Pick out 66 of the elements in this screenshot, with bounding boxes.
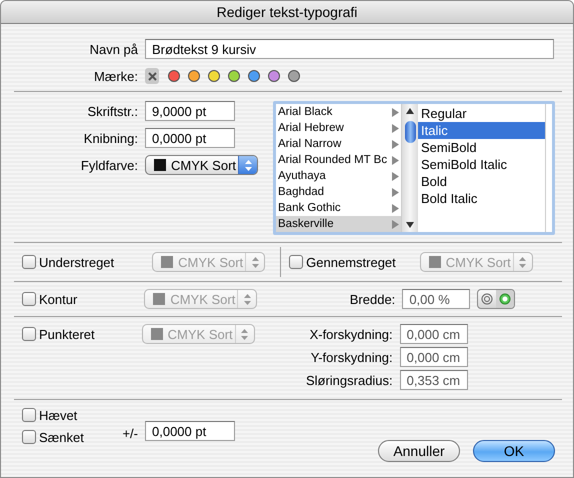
updown-arrows-icon	[241, 328, 248, 340]
color-label-dot[interactable]	[208, 70, 220, 82]
font-family-item[interactable]: Ayuthaya	[276, 168, 401, 184]
field-label: Mærke:	[92, 68, 139, 84]
field-label: Skriftstr.:	[86, 104, 139, 118]
cancel-button[interactable]: Annuller	[378, 440, 460, 462]
width-field[interactable]: 0,00 %	[402, 289, 470, 309]
window-title: Rediger tekst-typografi	[216, 4, 358, 20]
color-label-dot[interactable]	[248, 70, 260, 82]
offset-field[interactable]: 0,000 cm	[400, 324, 468, 344]
field-label: Navn på	[88, 42, 139, 56]
checkbox-label: Understreget	[39, 254, 114, 270]
font-style-item[interactable]: Regular	[418, 105, 545, 122]
font-style-item[interactable]: Bold Italic	[418, 190, 545, 207]
checkbox-label: Punkteret	[39, 326, 95, 342]
updown-arrows-icon	[519, 256, 526, 268]
font-family-item[interactable]: Baghdad	[276, 184, 401, 200]
checkbox[interactable]	[22, 408, 36, 422]
color-label-dot[interactable]	[168, 70, 180, 82]
checkbox-label: Gennemstreget	[306, 254, 396, 270]
field-label: +/-	[121, 426, 139, 441]
ring-icon	[499, 293, 512, 305]
font-family-item[interactable]: Arial Rounded MT Bc	[276, 152, 401, 168]
font-family-item[interactable]: Baskerville	[276, 216, 401, 232]
checkbox[interactable]	[22, 430, 36, 444]
font-family-item[interactable]: Arial Black	[276, 104, 401, 120]
updown-arrows-icon	[244, 294, 251, 304]
color-label-dot[interactable]	[288, 70, 300, 82]
updown-arrows-icon	[244, 160, 252, 170]
color-popup[interactable]: CMYK Sort	[145, 155, 258, 175]
font-family-item[interactable]: Arial Narrow	[276, 136, 401, 152]
scroll-bar[interactable]	[402, 104, 418, 232]
ok-button[interactable]: OK	[473, 440, 555, 462]
font-family-item[interactable]: Arial Hebrew	[276, 120, 401, 136]
updown-arrows-icon	[252, 256, 259, 268]
field-label: Y-forskydning:	[310, 350, 394, 364]
offset-field[interactable]: 0,353 cm	[400, 370, 468, 390]
checkbox[interactable]	[289, 255, 304, 269]
baseline-offset-field[interactable]: 0,0000 pt	[145, 421, 235, 441]
field-label: Sløringsradius:	[304, 372, 394, 388]
outline-mode-segment[interactable]	[496, 290, 514, 308]
field-label: Fyldfarve:	[80, 158, 139, 172]
kerning-field[interactable]: 0,0000 pt	[145, 128, 235, 148]
checkbox-label: Hævet	[39, 408, 78, 422]
concentric-rings-icon	[481, 293, 494, 305]
size-field[interactable]: 9,0000 pt	[145, 101, 235, 121]
no-label-button[interactable]	[145, 68, 159, 84]
checkbox[interactable]	[22, 255, 36, 269]
font-style-item[interactable]: SemiBold	[418, 139, 545, 156]
checkbox[interactable]	[22, 292, 36, 306]
offset-field[interactable]: 0,000 cm	[400, 347, 468, 367]
checkbox-label: Kontur	[39, 292, 78, 306]
color-label-dot[interactable]	[228, 70, 240, 82]
field-label: X-forskydning:	[308, 326, 394, 342]
font-style-item[interactable]: Italic	[418, 122, 545, 139]
color-label-dot[interactable]	[268, 70, 280, 82]
font-family-item[interactable]: Bank Gothic	[276, 200, 401, 216]
field-label: Bredde:	[348, 292, 396, 306]
checkbox[interactable]	[22, 327, 36, 341]
name-field[interactable]: Brødtekst 9 kursiv	[145, 39, 554, 59]
field-label: Knibning:	[82, 130, 139, 146]
font-style-item[interactable]: Bold	[418, 173, 545, 190]
checkbox-label: Sænket	[39, 430, 84, 444]
color-label-dot[interactable]	[188, 70, 200, 82]
font-style-item[interactable]: SemiBold Italic	[418, 156, 545, 173]
x-icon	[148, 72, 156, 80]
